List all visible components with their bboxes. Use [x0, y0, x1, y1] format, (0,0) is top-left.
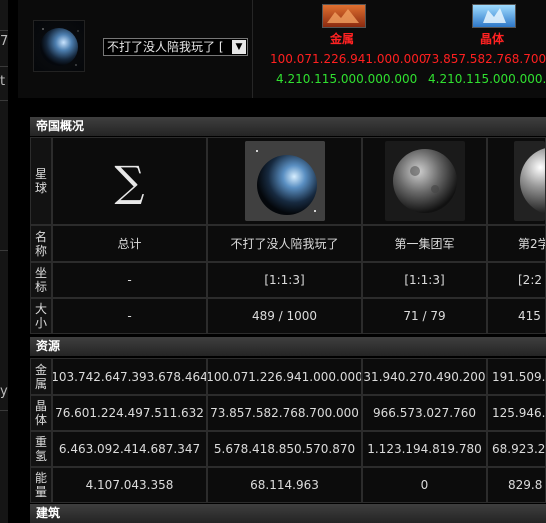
planet-1-image[interactable]	[244, 141, 325, 221]
planet-image-row: 星球 ∑	[30, 137, 546, 225]
deuterium-planet-2: 1.123.194.819.780	[362, 431, 487, 467]
row-label-size: 大小	[30, 298, 52, 334]
row-label-crystal: 晶体	[30, 395, 52, 431]
section-title: 资源	[36, 339, 61, 353]
header-divider	[252, 0, 253, 98]
resource-row-metal: 金属 103.742.647.393.678.464 100.071.226.9…	[30, 358, 546, 395]
name-row: 名称 总计 不打了没人陪我玩了 第一集团军 第2学	[30, 225, 546, 262]
deuterium-planet-1: 5.678.418.850.570.870	[207, 431, 362, 467]
crystal-planet-3: 125.946.4	[487, 395, 546, 431]
current-planet-image[interactable]	[33, 20, 85, 72]
total-coords: -	[52, 262, 207, 298]
resource-row-energy: 能量 4.107.043.358 68.114.963 0 829.8	[30, 467, 546, 503]
metal-label: 金属	[330, 32, 355, 46]
header-bar: 不打了没人陪我玩了 [ ▼ 金属 100.071.226.941.000.000…	[18, 0, 546, 98]
crystal-planet-1: 73.857.582.768.700.000	[207, 395, 362, 431]
resource-row-crystal: 晶体 76.601.224.497.511.632 73.857.582.768…	[30, 395, 546, 431]
planet-2-size: 71 / 79	[362, 298, 487, 334]
overview-section-header: 帝国概况	[30, 117, 546, 136]
planet-2-image[interactable]	[384, 141, 465, 221]
metal-icon	[322, 4, 366, 28]
size-row: 大小 - 489 / 1000 71 / 79 415	[30, 298, 546, 334]
metal-planet-2: 31.940.270.490.200	[362, 358, 487, 395]
metal-total: 103.742.647.393.678.464	[52, 358, 207, 395]
resource-row-deuterium: 重氢 6.463.092.414.687.347 5.678.418.850.5…	[30, 431, 546, 467]
planet-3-name[interactable]: 第2学	[487, 225, 546, 262]
crystal-capacity: 4.210.115.000.000.000	[428, 72, 546, 86]
total-size: -	[52, 298, 207, 334]
energy-planet-3: 829.8	[487, 467, 546, 503]
left-sidebar: 7 t y	[0, 0, 8, 523]
row-label-coords: 坐标	[30, 262, 52, 298]
planet-3-image-cell[interactable]	[487, 137, 546, 225]
total-name: 总计	[52, 225, 207, 262]
planet-3-coords[interactable]: [2:2	[487, 262, 546, 298]
sidebar-glyph[interactable]: t	[0, 74, 5, 89]
row-label-deuterium: 重氢	[30, 431, 52, 467]
crystal-total: 76.601.224.497.511.632	[52, 395, 207, 431]
planet-1-coords[interactable]: [1:1:3]	[207, 262, 362, 298]
metal-planet-3: 191.509.6	[487, 358, 546, 395]
crystal-label: 晶体	[480, 32, 505, 46]
sidebar-divider	[0, 410, 8, 411]
section-title: 帝国概况	[36, 119, 85, 133]
energy-planet-1: 68.114.963	[207, 467, 362, 503]
chevron-down-icon[interactable]: ▼	[232, 40, 246, 54]
row-label-metal: 金属	[30, 358, 52, 395]
deuterium-total: 6.463.092.414.687.347	[52, 431, 207, 467]
crystal-amount: 73.857.582.768.700.00	[424, 52, 546, 66]
sidebar-divider	[0, 30, 8, 31]
sigma-icon: ∑	[114, 156, 145, 206]
resources-section-header: 资源	[30, 337, 546, 356]
sidebar-divider	[0, 100, 8, 101]
planet-select[interactable]: 不打了没人陪我玩了 [ ▼	[103, 38, 248, 56]
metal-planet-1: 100.071.226.941.000.000	[207, 358, 362, 395]
row-label-planet: 星球	[30, 137, 52, 225]
planet-1-name[interactable]: 不打了没人陪我玩了	[207, 225, 362, 262]
planet-2-image-cell[interactable]	[362, 137, 487, 225]
metal-amount: 100.071.226.941.000.000	[270, 52, 427, 66]
planet-2-coords[interactable]: [1:1:3]	[362, 262, 487, 298]
sidebar-glyph[interactable]: 7	[0, 34, 8, 49]
planet-2-name[interactable]: 第一集团军	[362, 225, 487, 262]
buildings-section-header: 建筑	[30, 504, 546, 523]
sidebar-divider	[0, 250, 8, 251]
metal-capacity: 4.210.115.000.000.000	[276, 72, 418, 86]
row-label-name: 名称	[30, 225, 52, 262]
planet-1-size: 489 / 1000	[207, 298, 362, 334]
total-column-icon: ∑	[52, 137, 207, 225]
planet-select-value: 不打了没人陪我玩了 [	[107, 40, 224, 54]
section-title: 建筑	[36, 506, 61, 520]
planet-3-image[interactable]	[514, 141, 545, 221]
coords-row: 坐标 - [1:1:3] [1:1:3] [2:2	[30, 262, 546, 298]
energy-planet-2: 0	[362, 467, 487, 503]
crystal-planet-2: 966.573.027.760	[362, 395, 487, 431]
planet-1-image-cell[interactable]	[207, 137, 362, 225]
sidebar-glyph[interactable]: y	[0, 384, 8, 399]
sidebar-divider	[0, 66, 8, 67]
deuterium-planet-3: 68.923.2	[487, 431, 546, 467]
planet-3-size: 415	[487, 298, 546, 334]
crystal-icon	[472, 4, 516, 28]
row-label-energy: 能量	[30, 467, 52, 503]
energy-total: 4.107.043.358	[52, 467, 207, 503]
